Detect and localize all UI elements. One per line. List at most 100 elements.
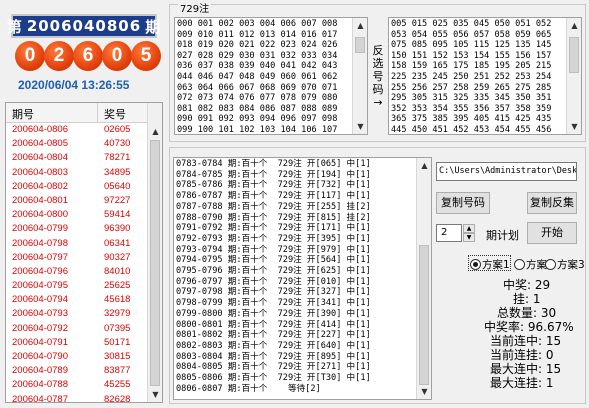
scroll-down-icon[interactable]: ▼ [417,384,431,399]
table-row[interactable]: 200604-0799 96390 [6,223,148,237]
row-period: 200604-0798 [12,237,68,249]
scroll-up-icon[interactable]: ▲ [417,158,431,173]
reverse-numbers-list[interactable]: 005 015 025 035 045 050 051 052 053 054 … [388,17,582,135]
table-row[interactable]: 200604-0792 07395 [6,323,148,337]
period-count-input[interactable]: 2 [436,224,462,242]
ball-3: 6 [73,41,103,71]
period-number: 2006040806 [26,17,142,35]
radio-unchecked-icon[interactable] [545,259,556,270]
row-period: 200604-0797 [12,251,68,263]
column-header-period[interactable]: 期号 [12,106,34,122]
period-count-stepper[interactable]: ▲ ▼ [463,224,475,242]
scroll-down-icon[interactable]: ▼ [353,119,367,134]
table-row[interactable]: 200604-0789 83877 [6,365,148,379]
numbers-list-text[interactable]: 000 001 002 003 004 006 007 008 009 010 … [175,18,367,134]
table-row[interactable]: 200604-0806 02605 [6,124,148,138]
row-period: 200604-0793 [12,308,68,320]
numbers-list[interactable]: 000 001 002 003 004 006 007 008 009 010 … [174,17,368,135]
table-row[interactable]: 200604-0793 32979 [6,308,148,322]
period-suffix: 期 [145,17,162,36]
column-header-prize[interactable]: 奖号 [104,106,126,122]
table-row[interactable]: 200604-0794 45618 [6,294,148,308]
copy-numbers-button[interactable]: 复制号码 [436,192,490,214]
row-period: 200604-0790 [12,351,68,362]
radio-unchecked-icon[interactable] [514,259,525,270]
row-period: 200604-0802 [12,180,68,192]
row-period: 200604-0791 [12,336,68,348]
numbers-count-label: 729注 [178,0,212,15]
table-row[interactable]: 200604-0797 90327 [6,252,148,266]
results-log-scrollbar[interactable]: ▲ ▼ [416,158,431,399]
table-row[interactable]: 200604-0790 30815 [6,351,148,365]
scroll-up-icon[interactable]: ▲ [353,18,367,33]
results-log-text[interactable]: 0783-0784 期:百十个 729注 开[065] 中[1] 0784-07… [174,158,431,395]
table-row[interactable]: 200604-0803 34895 [6,167,148,181]
table-row[interactable]: 200604-0800 59414 [6,209,148,223]
scroll-down-icon[interactable]: ▼ [148,387,162,402]
table-row[interactable]: 200604-0796 84010 [6,266,148,280]
row-prize: 02605 [104,124,131,135]
scroll-thumb[interactable] [569,37,579,73]
table-row[interactable]: 200604-0801 97227 [6,195,148,209]
period-prefix: 第 [6,17,23,36]
row-period: 200604-0788 [12,379,68,391]
table-row[interactable]: 200604-0787 82628 [6,393,148,403]
history-table[interactable]: 期号 奖号 200604-0806 02605 200604-0805 40730 20… [5,102,163,403]
row-period: 200604-0799 [12,223,68,235]
table-row[interactable]: 200604-0798 06341 [6,238,148,252]
row-prize: 05640 [104,180,131,192]
scroll-up-icon[interactable]: ▲ [567,18,581,33]
ball-2: 2 [44,41,74,71]
radio-plan-1-label[interactable]: 方案1 [482,257,510,272]
row-period: 200604-0800 [12,209,68,221]
table-row[interactable]: 200604-0795 25625 [6,280,148,294]
table-row[interactable]: 200604-0802 05640 [6,181,148,195]
row-prize: 83877 [104,365,131,377]
row-period: 200604-0789 [12,365,68,377]
scroll-up-icon[interactable]: ▲ [148,124,162,139]
row-period: 200604-0796 [12,265,68,277]
table-row[interactable]: 200604-0791 50171 [6,337,148,351]
stepper-up-icon[interactable]: ▲ [463,224,475,233]
row-period: 200604-0803 [12,166,68,178]
row-prize: 82628 [104,393,131,403]
copy-reverse-button[interactable]: 复制反集 [527,192,577,214]
reverse-numbers-label: 反 选 号 码 → [369,44,387,109]
row-prize: 30815 [104,351,131,362]
scroll-thumb[interactable] [150,140,160,386]
period-plan-label: 期计划 [486,229,519,242]
reverse-list-scrollbar[interactable]: ▲ ▼ [566,18,581,134]
results-log[interactable]: 0783-0784 期:百十个 729注 开[065] 中[1] 0784-07… [173,157,432,400]
output-path-field[interactable]: C:\Users\Administrator\Desk [436,162,577,181]
row-prize: 34895 [104,166,131,178]
numbers-list-scrollbar[interactable]: ▲ ▼ [352,18,367,134]
row-prize: 32979 [104,308,131,320]
row-period: 200604-0804 [12,152,68,164]
stat-max-miss-streak: 最大连挂: 1 [490,376,554,390]
scroll-down-icon[interactable]: ▼ [567,119,581,134]
table-row[interactable]: 200604-0805 40730 [6,138,148,152]
table-row[interactable]: 200604-0788 45255 [6,379,148,393]
column-divider [97,103,98,123]
history-table-header: 期号 奖号 [6,103,148,123]
history-scrollbar[interactable]: ▲ ▼ [147,103,162,402]
history-rows: 200604-0806 02605 200604-0805 40730 200604-0… [6,124,148,403]
start-button[interactable]: 开始 [527,222,577,244]
row-prize: 06341 [104,237,131,249]
row-prize: 45255 [104,379,131,391]
period-banner: 第 2006040806 期 [7,14,160,38]
row-prize: 59414 [104,209,131,221]
radio-plan-3-label[interactable]: 方案3 [557,257,585,272]
radio-plan-1[interactable]: 方案1 [470,257,510,272]
reverse-numbers-list-text[interactable]: 005 015 025 035 045 050 051 052 053 054 … [389,18,581,134]
radio-plan-3[interactable]: 方案3 [545,257,585,272]
table-row[interactable]: 200604-0804 78271 [6,152,148,166]
radio-checked-icon[interactable] [470,259,481,270]
row-period: 200604-0805 [12,138,68,150]
scroll-thumb[interactable] [419,245,429,385]
stepper-down-icon[interactable]: ▼ [463,233,475,242]
row-period: 200604-0792 [12,322,68,334]
scroll-thumb[interactable] [355,37,365,53]
row-prize: 50171 [104,336,131,348]
row-prize: 97227 [104,194,131,206]
